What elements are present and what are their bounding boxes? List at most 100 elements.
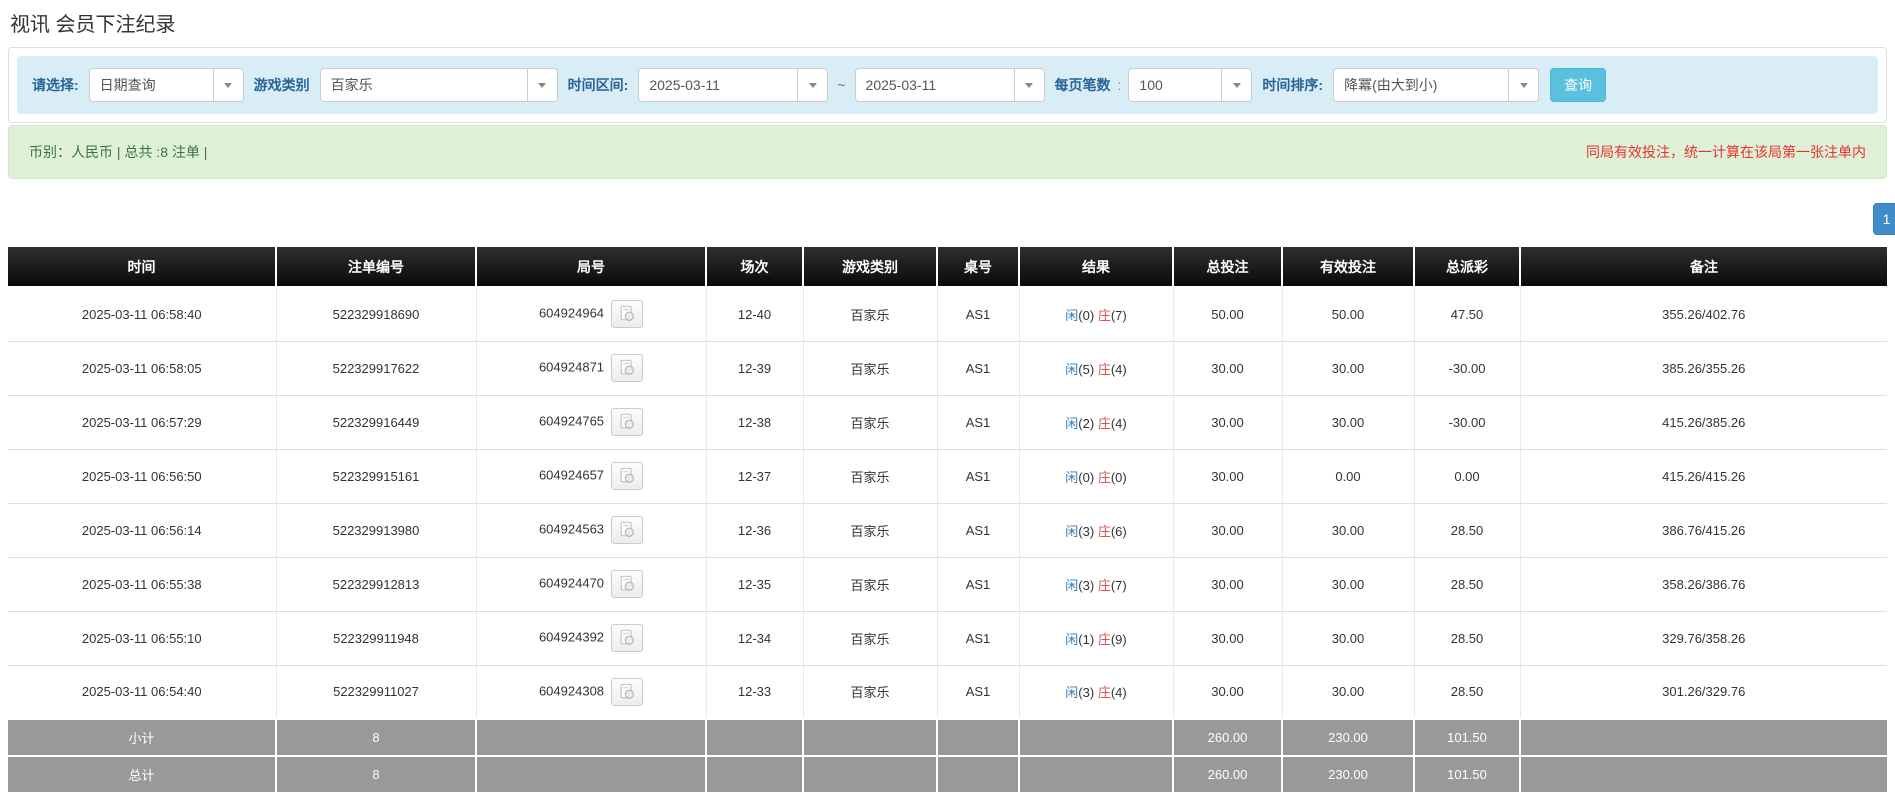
table-row: 2025-03-11 06:55:10 522329911948 6049243…	[8, 611, 1887, 666]
date-to-select[interactable]: 2025-03-11	[854, 68, 1045, 102]
cell-table-no: AS1	[937, 287, 1020, 342]
table-row: 2025-03-11 06:56:50 522329915161 6049246…	[8, 449, 1887, 504]
query-type-select[interactable]: 日期查询	[88, 68, 244, 102]
cell-total-bet[interactable]: 30.00	[1173, 341, 1283, 396]
cell-session: 12-35	[706, 557, 804, 612]
banker-result-num: (4)	[1110, 415, 1127, 431]
chevron-down-icon	[1221, 69, 1251, 101]
video-replay-button[interactable]	[611, 300, 644, 329]
film-icon	[620, 629, 634, 645]
subtotal-valid-bet: 230.00	[1281, 718, 1415, 757]
cell-bet-id: 522329916449	[276, 395, 477, 450]
summary-bar: 币别：人民币 | 总共 :8 注单 | 同局有效投注，统一计算在该局第一张注单内	[8, 125, 1887, 179]
cell-game: 百家乐	[803, 503, 938, 558]
subtotal-row: 小计 8 260.00 230.00 101.50	[8, 718, 1887, 757]
total-label: 总计	[8, 755, 277, 794]
subtotal-payout: 101.50	[1413, 718, 1521, 757]
page-title: 视讯 会员下注纪录	[10, 14, 176, 36]
cell-round-id: 604924563	[476, 503, 707, 558]
banker-result-num: (9)	[1110, 631, 1127, 647]
date-from-value: 2025-03-11	[649, 77, 720, 93]
page-1-button[interactable]: 1	[1873, 203, 1895, 235]
cell-table-no: AS1	[937, 503, 1020, 558]
round-id-text: 604924964	[538, 305, 605, 321]
banker-result-num: (7)	[1110, 577, 1127, 593]
cell-total-bet[interactable]: 30.00	[1173, 503, 1283, 558]
cell-round-id: 604924657	[476, 449, 707, 504]
date-from-select[interactable]: 2025-03-11	[638, 68, 829, 102]
film-icon	[620, 359, 634, 375]
table-row: 2025-03-11 06:58:05 522329917622 6049248…	[8, 341, 1887, 396]
page-size-label: 每页笔数	[1054, 77, 1111, 93]
player-result-label: 闲	[1065, 361, 1079, 377]
col-valid-bet: 有效投注	[1282, 247, 1415, 288]
video-replay-button[interactable]	[611, 516, 644, 544]
cell-round-id: 604924964	[476, 287, 707, 342]
player-result-num: (3)	[1078, 523, 1095, 539]
chevron-down-icon	[1508, 69, 1538, 101]
cell-table-no: AS1	[937, 665, 1020, 720]
banker-result-label: 庄	[1097, 577, 1111, 593]
cell-valid-bet: 30.00	[1282, 341, 1415, 396]
banker-result-num: (0)	[1110, 469, 1127, 485]
video-replay-button[interactable]	[611, 570, 644, 598]
player-result-label: 闲	[1065, 577, 1079, 593]
time-sort-value: 降冪(由大到小)	[1344, 77, 1438, 93]
cell-total-bet[interactable]: 30.00	[1173, 611, 1283, 666]
cell-payout: 28.50	[1414, 665, 1521, 720]
page-size-select[interactable]: 100	[1128, 68, 1253, 102]
cell-total-bet[interactable]: 30.00	[1173, 557, 1283, 612]
cell-total-bet[interactable]: 50.00	[1173, 287, 1283, 342]
cell-valid-bet: 30.00	[1282, 557, 1415, 612]
player-result-label: 闲	[1065, 631, 1079, 647]
video-replay-button[interactable]	[611, 408, 644, 436]
cell-valid-bet: 0.00	[1282, 449, 1415, 504]
total-payout: 101.50	[1413, 755, 1521, 794]
cell-round-id: 604924765	[476, 395, 707, 450]
cell-total-bet[interactable]: 30.00	[1173, 665, 1283, 720]
cell-payout: 0.00	[1414, 449, 1521, 504]
cell-time: 2025-03-11 06:58:40	[8, 287, 277, 342]
subtotal-count: 8	[275, 718, 477, 757]
player-result-num: (3)	[1078, 685, 1095, 701]
search-button[interactable]: 查询	[1550, 68, 1607, 102]
film-icon	[620, 683, 634, 699]
table-row: 2025-03-11 06:57:29 522329916449 6049247…	[8, 395, 1887, 450]
banker-result-num: (4)	[1110, 361, 1127, 377]
cell-session: 12-33	[706, 665, 804, 720]
table-header: 时间 注单编号 局号 场次 游戏类别 桌号 结果 总投注 有效投注 总派彩 备注	[8, 247, 1887, 288]
time-sort-select[interactable]: 降冪(由大到小)	[1333, 68, 1540, 102]
video-replay-button[interactable]	[611, 624, 644, 652]
banker-result-label: 庄	[1097, 523, 1111, 539]
cell-payout: -30.00	[1414, 341, 1521, 396]
summary-note: 同局有效投注，统一计算在该局第一张注单内	[1586, 144, 1866, 160]
round-id-text: 604924470	[538, 575, 605, 591]
cell-result: 闲(5) 庄(4)	[1019, 341, 1174, 396]
video-replay-button[interactable]	[611, 354, 644, 382]
banker-result-label: 庄	[1097, 415, 1111, 431]
cell-session: 12-39	[706, 341, 804, 396]
cell-time: 2025-03-11 06:58:05	[8, 341, 277, 396]
cell-round-id: 604924308	[476, 665, 707, 720]
cell-remark: 386.76/415.26	[1520, 503, 1887, 558]
video-replay-button[interactable]	[611, 462, 644, 490]
film-icon	[620, 413, 634, 429]
banker-result-num: (7)	[1110, 307, 1127, 323]
page-size-colon: :	[1117, 77, 1122, 93]
round-id-text: 604924392	[538, 629, 605, 645]
player-result-label: 闲	[1065, 307, 1079, 323]
cell-result: 闲(3) 庄(6)	[1019, 503, 1174, 558]
video-replay-button[interactable]	[611, 677, 644, 706]
cell-total-bet[interactable]: 30.00	[1173, 395, 1283, 450]
banker-result-label: 庄	[1097, 685, 1111, 701]
cell-time: 2025-03-11 06:56:50	[8, 449, 277, 504]
game-category-select[interactable]: 百家乐	[319, 68, 558, 102]
chevron-down-icon	[1013, 69, 1044, 101]
cell-round-id: 604924470	[476, 557, 707, 612]
banker-result-num: (6)	[1110, 523, 1127, 539]
cell-result: 闲(0) 庄(7)	[1019, 287, 1174, 342]
cell-result: 闲(0) 庄(0)	[1019, 449, 1174, 504]
cell-table-no: AS1	[937, 449, 1020, 504]
cell-total-bet[interactable]: 30.00	[1173, 449, 1283, 504]
player-result-num: (2)	[1078, 415, 1095, 431]
